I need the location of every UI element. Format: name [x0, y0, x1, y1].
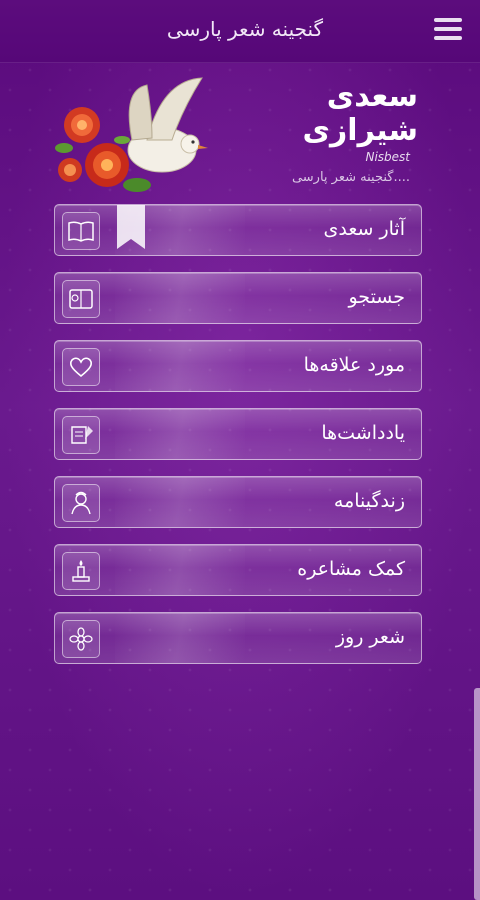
poet-last-name: شیرازی [302, 113, 418, 148]
brand-subtitle: ....گنجینه شعر پارسی [291, 170, 410, 185]
menu-label: زندگینامه [333, 490, 405, 512]
menu-label: کمک مشاعره [297, 558, 405, 580]
flower-icon [62, 620, 100, 658]
main-menu: آثار سعدی جستجو مورد علاقه‌ها یادداشت‌ها… [54, 204, 422, 680]
poet-portrait-icon [62, 484, 100, 522]
menu-label: آثار سعدی [323, 218, 405, 240]
app-bar: گنجینه شعر پارسی [0, 0, 480, 63]
heart-icon [62, 348, 100, 386]
menu-item-favorites[interactable]: مورد علاقه‌ها [54, 340, 422, 392]
bird-flowers-illustration [55, 77, 208, 192]
poet-first-name: سعدی [326, 79, 418, 114]
bookmark-ribbon-icon [117, 205, 145, 249]
header-banner: سعدی شیرازی Nisbest ....گنجینه شعر پارسی [0, 64, 480, 204]
menu-label: جستجو [348, 286, 405, 308]
menu-item-daily-poem[interactable]: شعر روز [54, 612, 422, 664]
menu-item-notes[interactable]: یادداشت‌ها [54, 408, 422, 460]
poet-title: سعدی شیرازی [303, 80, 418, 148]
scrollbar[interactable] [474, 688, 480, 900]
candle-icon [62, 552, 100, 590]
menu-hamburger-icon[interactable] [434, 18, 462, 42]
book-icon [62, 212, 100, 250]
search-book-icon [62, 280, 100, 318]
menu-item-biography[interactable]: زندگینامه [54, 476, 422, 528]
app-title: گنجینه شعر پارسی [166, 17, 324, 41]
menu-item-mushaereh[interactable]: کمک مشاعره [54, 544, 422, 596]
menu-item-works[interactable]: آثار سعدی [54, 204, 422, 256]
brand-mark: Nisbest [365, 150, 410, 164]
menu-label: شعر روز [335, 626, 405, 648]
scroll-quill-icon [62, 416, 100, 454]
menu-label: مورد علاقه‌ها [303, 354, 405, 376]
menu-label: یادداشت‌ها [321, 422, 405, 444]
menu-item-search[interactable]: جستجو [54, 272, 422, 324]
